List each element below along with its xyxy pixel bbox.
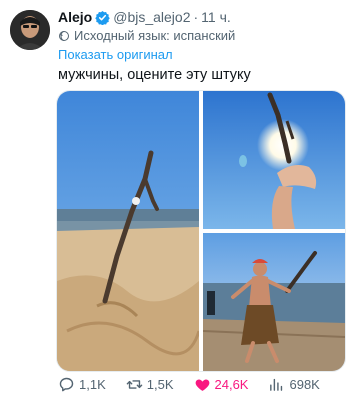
like-button[interactable]: 24,6K: [194, 376, 249, 393]
tweet-time[interactable]: 11 ч.: [201, 8, 231, 26]
media-photo-2[interactable]: [203, 91, 345, 229]
separator-dot: ·: [193, 9, 199, 25]
reply-icon: [59, 377, 74, 391]
media-photo-1[interactable]: [57, 91, 201, 371]
retweet-button[interactable]: 1,5K: [126, 376, 174, 393]
tweet-header: Alejo @bjs_alejo2 · 11 ч. Исходный язык:…: [58, 8, 354, 62]
verified-badge-icon: [95, 10, 110, 25]
media-grid[interactable]: [56, 90, 346, 372]
like-count: 24,6K: [214, 376, 249, 392]
retweet-count: 1,5K: [146, 376, 174, 392]
tweet-text: мужчины, оцените эту штуку: [58, 67, 251, 83]
views-count: 698K: [289, 376, 320, 392]
source-language-label: Исходный язык: испанский: [74, 28, 236, 43]
translate-icon: [58, 30, 70, 42]
author-name[interactable]: Alejo: [58, 8, 92, 26]
views-icon: [270, 378, 283, 391]
media-photo-3[interactable]: [202, 233, 345, 371]
author-handle[interactable]: @bjs_alejo2: [113, 8, 190, 26]
avatar[interactable]: [10, 10, 50, 50]
tweet-actions: 1,1K 1,5K 24,6K 698K: [58, 372, 350, 396]
reply-count: 1,1K: [79, 376, 106, 392]
views-button[interactable]: 698K: [268, 376, 320, 393]
reply-button[interactable]: 1,1K: [58, 376, 106, 393]
retweet-icon: [126, 379, 143, 389]
show-original-link[interactable]: Показать оригинал: [58, 47, 173, 62]
avatar-image: [10, 10, 50, 50]
heart-icon: [195, 379, 209, 391]
